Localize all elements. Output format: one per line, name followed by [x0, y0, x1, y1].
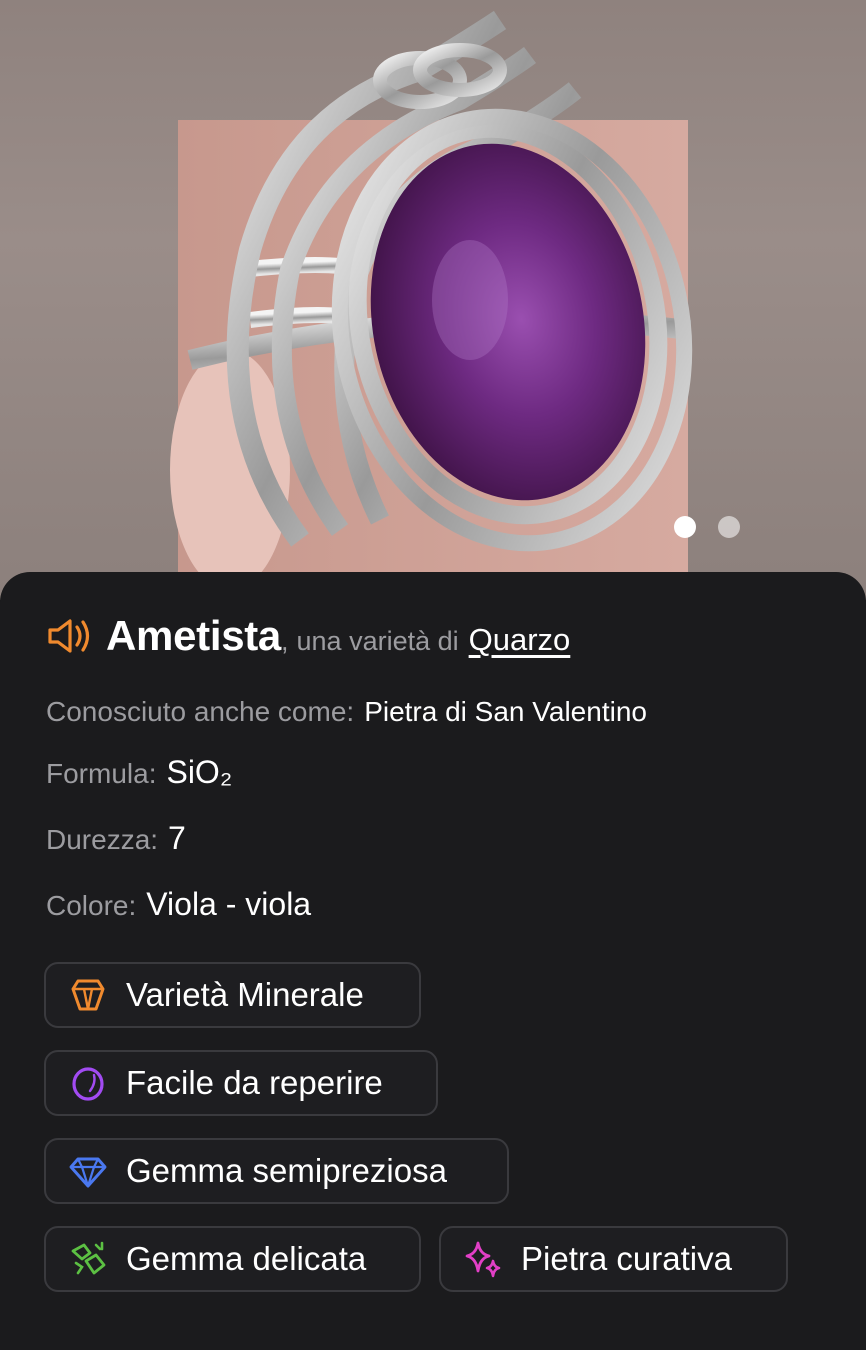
- hardness-row: Durezza: 7: [46, 820, 186, 857]
- ring-photo: [170, 10, 693, 590]
- aka-row: Conosciuto anche come: Pietra di San Val…: [46, 696, 647, 728]
- formula-value: SiO₂: [166, 754, 233, 790]
- hero-image-carousel[interactable]: [0, 0, 866, 600]
- hardness-value: 7: [168, 820, 186, 856]
- crystal-icon: [71, 979, 105, 1011]
- speaker-icon[interactable]: [46, 616, 94, 656]
- diamond-icon: [69, 1157, 107, 1188]
- tag-label: Gemma delicata: [126, 1240, 367, 1277]
- tag-mineral-variety[interactable]: Varietà Minerale: [44, 962, 421, 1028]
- tag-label: Facile da reperire: [126, 1064, 383, 1101]
- tag-semiprecious-gem[interactable]: Gemma semipreziosa: [44, 1138, 509, 1204]
- sparkles-icon: [465, 1241, 501, 1278]
- aka-label: Conosciuto anche come:: [46, 696, 355, 727]
- aka-value: Pietra di San Valentino: [364, 696, 647, 727]
- tag-label: Gemma semipreziosa: [126, 1152, 447, 1189]
- hardness-label: Durezza:: [46, 824, 159, 855]
- parent-mineral-link[interactable]: Quarzo: [469, 622, 571, 658]
- color-row: Colore: Viola - viola: [46, 886, 311, 923]
- carousel-dot-1[interactable]: [674, 516, 696, 538]
- mineral-name: Ametista: [106, 612, 281, 659]
- carousel-dot-2[interactable]: [718, 516, 740, 538]
- tag-label: Pietra curativa: [521, 1240, 732, 1277]
- tag-easy-to-find[interactable]: Facile da reperire: [44, 1050, 438, 1116]
- mineral-detail-sheet: Ametista , una varietà di Quarzo Conosci…: [0, 572, 866, 1350]
- tag-label: Varietà Minerale: [126, 976, 364, 1013]
- tag-healing-stone[interactable]: Pietra curativa: [439, 1226, 788, 1292]
- formula-label: Formula:: [46, 758, 157, 789]
- title-comma: ,: [281, 626, 289, 656]
- tag-delicate-gem[interactable]: Gemma delicata: [44, 1226, 421, 1292]
- title-row: Ametista , una varietà di Quarzo: [46, 612, 570, 660]
- carousel-pagination: [674, 516, 740, 538]
- broken-gem-icon: [71, 1241, 106, 1275]
- stone-icon: [72, 1067, 104, 1101]
- formula-row: Formula: SiO₂: [46, 754, 232, 791]
- color-value: Viola - viola: [146, 886, 312, 922]
- variety-text: una varietà di: [296, 626, 459, 656]
- color-label: Colore:: [46, 890, 137, 921]
